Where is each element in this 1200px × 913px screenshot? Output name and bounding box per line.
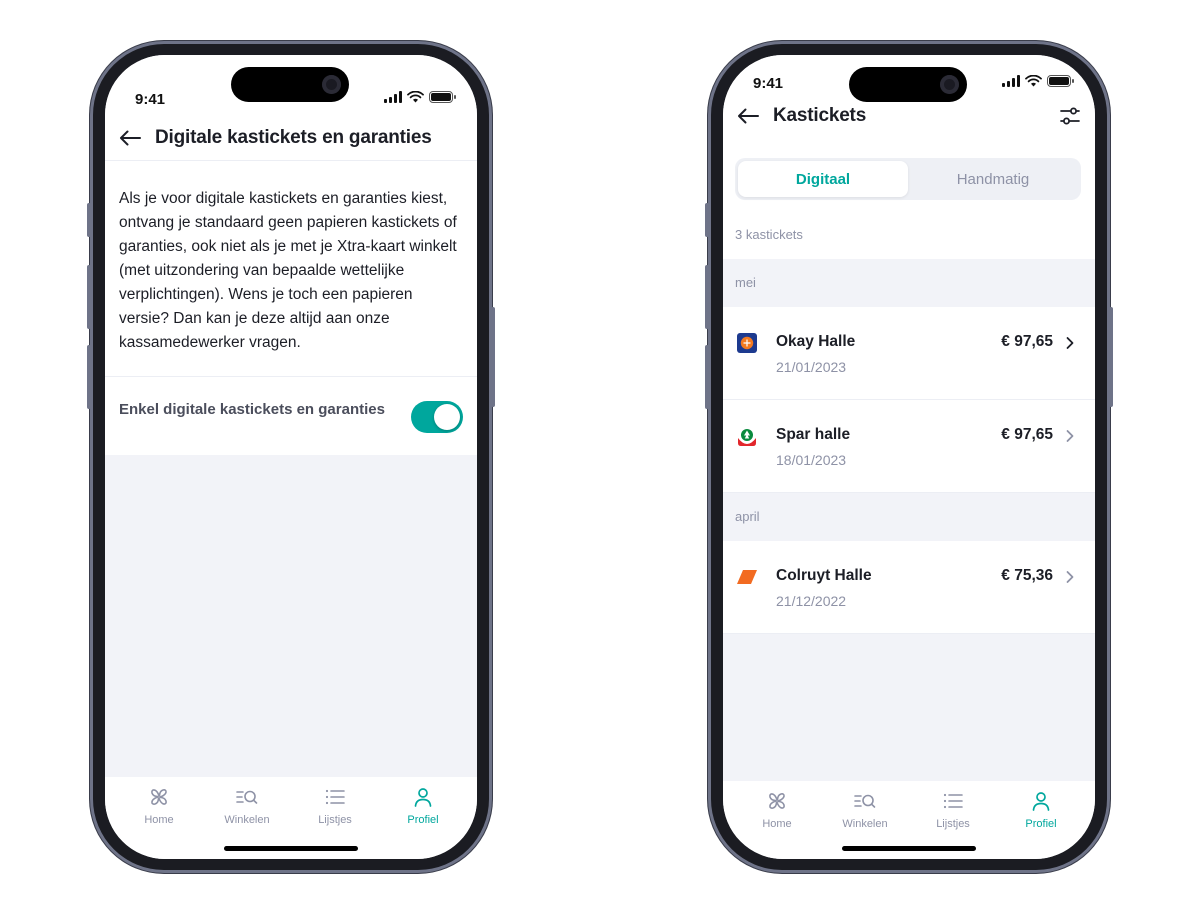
tab-bar: Home Winkelen Lijstjes Profiel [723,781,1095,859]
power-button [491,307,495,407]
status-icons [1002,75,1074,87]
store-name: Spar halle [776,426,851,443]
filter-icon[interactable] [1059,105,1081,127]
wifi-icon [407,91,424,103]
chevron-right-icon [1066,571,1074,583]
nav-bar: Kastickets [723,99,1095,133]
receipt-row-colruyt[interactable]: Colruyt Halle 21/12/2022 € 75,36 [723,541,1095,634]
home-indicator [224,846,358,851]
tab-label: Lijstjes [318,814,352,826]
digital-only-setting: Enkel digitale kastickets en garanties [105,377,477,455]
screen-receipts: 9:41 Kastickets Digitaal Handmatig 3 kas… [723,55,1095,859]
volume-down-button [87,345,91,409]
tab-profiel[interactable]: Profiel [388,777,458,859]
action-button [87,203,91,237]
tab-profiel[interactable]: Profiel [1006,781,1076,859]
segmented-control: Digitaal Handmatig [735,158,1081,200]
chevron-right-icon [1066,430,1074,442]
tab-label: Home [762,818,792,830]
receipt-date: 21/12/2022 [776,593,847,609]
status-icons [384,91,456,103]
status-time: 9:41 [753,75,784,92]
segment-handmatig[interactable]: Handmatig [908,161,1078,197]
colruyt-logo [737,570,757,584]
receipt-date: 21/01/2023 [776,359,847,375]
phone-frame-receipts: 9:41 Kastickets Digitaal Handmatig 3 kas… [705,41,1113,873]
home-icon [151,789,167,805]
receipt-amount: € 97,65 [1001,333,1053,350]
tab-label: Home [144,814,174,826]
chevron-right-icon [1066,337,1074,349]
page-title: Kastickets [773,105,867,126]
receipt-row-spar[interactable]: Spar halle 18/01/2023 € 97,65 [723,400,1095,493]
digital-only-toggle[interactable] [411,401,463,433]
status-time: 9:41 [135,91,166,108]
month-header-mei: mei [723,259,1095,307]
search-list-icon [236,790,258,804]
home-icon [769,793,785,809]
tab-bar: Home Winkelen Lijstjes Profiel [105,777,477,859]
store-name: Okay Halle [776,333,856,350]
dynamic-island [231,67,349,102]
tab-label: Profiel [1025,818,1057,830]
tab-label: Profiel [407,814,439,826]
toggle-knob [434,404,460,430]
screen-settings: 9:41 Digitale kastickets en garanties Al… [105,55,477,859]
back-arrow-icon[interactable] [737,108,759,124]
tab-label: Winkelen [842,818,888,830]
search-list-icon [854,794,876,808]
volume-up-button [87,265,91,329]
back-arrow-icon[interactable] [119,130,141,146]
wifi-icon [1025,75,1042,87]
receipt-date: 18/01/2023 [776,452,847,468]
tab-home[interactable]: Home [742,781,812,859]
list-icon [943,793,963,809]
battery-icon [429,91,456,103]
battery-icon [1047,75,1074,87]
tab-home[interactable]: Home [124,777,194,859]
dynamic-island [849,67,967,102]
page-title: Digitale kastickets en garanties [155,127,432,148]
segment-digitaal[interactable]: Digitaal [738,161,908,197]
profile-icon [1032,792,1050,811]
list-icon [325,789,345,805]
spar-logo [737,426,757,446]
okay-logo [737,333,757,353]
receipt-amount: € 75,36 [1001,567,1053,584]
store-name: Colruyt Halle [776,567,872,584]
volume-down-button [705,345,709,409]
action-button [705,203,709,237]
signal-icon [1002,75,1020,87]
receipt-amount: € 97,65 [1001,426,1053,443]
receipt-row-okay[interactable]: Okay Halle 21/01/2023 € 97,65 [723,307,1095,400]
receipt-count: 3 kastickets [735,227,803,242]
tab-label: Winkelen [224,814,270,826]
power-button [1109,307,1113,407]
profile-icon [414,788,432,807]
nav-bar: Digitale kastickets en garanties [105,121,477,155]
month-header-april: april [723,493,1095,541]
volume-up-button [705,265,709,329]
phone-frame-settings: 9:41 Digitale kastickets en garanties Al… [87,41,495,873]
signal-icon [384,91,402,103]
tab-label: Lijstjes [936,818,970,830]
home-indicator [842,846,976,851]
info-text: Als je voor digitale kastickets en garan… [105,161,477,377]
